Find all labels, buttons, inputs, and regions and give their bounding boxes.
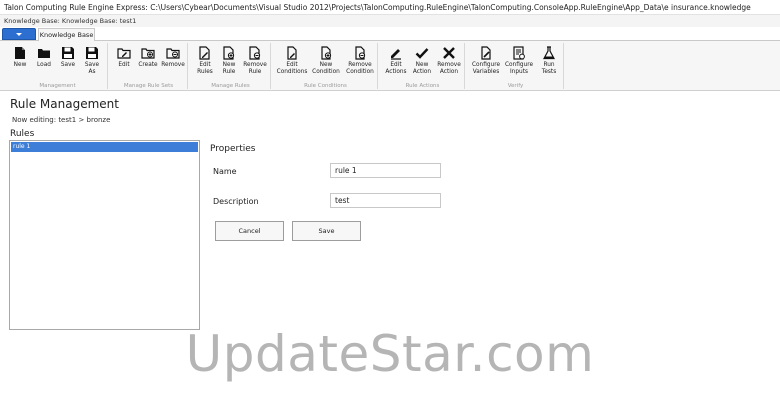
run-tests-button[interactable]: Run Tests — [536, 46, 562, 75]
group-manage-rule-sets: Edit Create Remove Manage Rule Sets — [110, 43, 188, 89]
name-label: Name — [213, 167, 237, 176]
dropdown-arrow-icon — [16, 32, 22, 36]
window-title: Talon Computing Rule Engine Express: C:\… — [0, 0, 780, 15]
remove-rule-button[interactable]: Remove Rule — [241, 46, 269, 75]
watermark: UpdateStar.com — [185, 325, 595, 383]
remove-folder-icon — [166, 48, 180, 59]
add-document-icon — [223, 46, 235, 60]
knowledge-base-bar: Knowledge Base: Knowledge Base: test1 — [0, 15, 780, 27]
configure-variables-icon — [481, 46, 491, 60]
remove-condition-button[interactable]: Remove Condition — [344, 46, 376, 75]
tab-knowledge-base[interactable]: Knowledge Base — [38, 28, 95, 42]
new-action-button[interactable]: New Action — [409, 46, 435, 75]
group-rule-conditions: Edit Conditions New Condition Remove Con… — [274, 43, 378, 89]
group-rule-actions: Edit Actions New Action Remove Action Ru… — [381, 43, 465, 89]
configure-variables-button[interactable]: Configure Variables — [470, 46, 502, 75]
new-button[interactable]: New — [8, 46, 32, 69]
add-folder-icon — [141, 48, 155, 59]
group-manage-rules: Edit Rules New Rule Remove Rule Manage R… — [191, 43, 271, 89]
remove-rule-set-button[interactable]: Remove — [160, 46, 186, 69]
new-file-icon — [15, 47, 25, 59]
ribbon: New Load Save Save As Management Edit Cr… — [0, 41, 780, 91]
cancel-button[interactable]: Cancel — [215, 221, 284, 241]
remove-action-button[interactable]: Remove Action — [435, 46, 463, 75]
description-label: Description — [213, 197, 259, 206]
edit-folder-icon — [117, 48, 131, 59]
create-rule-set-button[interactable]: Create — [136, 46, 160, 69]
folder-icon — [38, 49, 50, 58]
save-button[interactable]: Save — [56, 46, 80, 69]
properties-title: Properties — [210, 144, 256, 154]
pencil-icon — [391, 49, 401, 60]
description-field[interactable] — [330, 193, 441, 208]
remove-condition-icon — [355, 46, 366, 60]
ribbon-tab-row: Knowledge Base — [0, 27, 780, 42]
edit-rules-button[interactable]: Edit Rules — [193, 46, 217, 75]
add-condition-icon — [321, 46, 332, 60]
application-menu-button[interactable] — [2, 28, 36, 40]
configure-inputs-icon — [513, 46, 525, 60]
new-rule-button[interactable]: New Rule — [217, 46, 241, 75]
checkmark-icon — [415, 48, 429, 59]
group-management: New Load Save Save As Management — [8, 43, 108, 89]
edit-condition-icon — [287, 46, 297, 60]
editing-breadcrumb: Now editing: test1 > bronze — [12, 116, 111, 124]
load-button[interactable]: Load — [32, 46, 56, 69]
list-item[interactable]: rule 1 — [11, 142, 198, 152]
edit-conditions-button[interactable]: Edit Conditions — [276, 46, 308, 75]
group-verify: Configure Variables Configure Inputs Run… — [468, 43, 564, 89]
flask-icon — [543, 46, 555, 60]
x-mark-icon — [443, 47, 455, 59]
remove-document-icon — [249, 46, 261, 60]
save-properties-button[interactable]: Save — [292, 221, 361, 241]
name-field[interactable] — [330, 163, 441, 178]
new-condition-button[interactable]: New Condition — [310, 46, 342, 75]
edit-document-icon — [199, 46, 210, 60]
edit-actions-button[interactable]: Edit Actions — [383, 46, 409, 75]
rules-list[interactable]: rule 1 — [9, 140, 200, 330]
floppy-disk-icon — [62, 47, 74, 59]
page-title: Rule Management — [10, 97, 119, 111]
save-as-button[interactable]: Save As — [80, 46, 104, 75]
rules-label: Rules — [10, 129, 35, 139]
configure-inputs-button[interactable]: Configure Inputs — [503, 46, 535, 75]
edit-rule-set-button[interactable]: Edit — [112, 46, 136, 69]
floppy-disk-stack-icon — [86, 47, 98, 59]
